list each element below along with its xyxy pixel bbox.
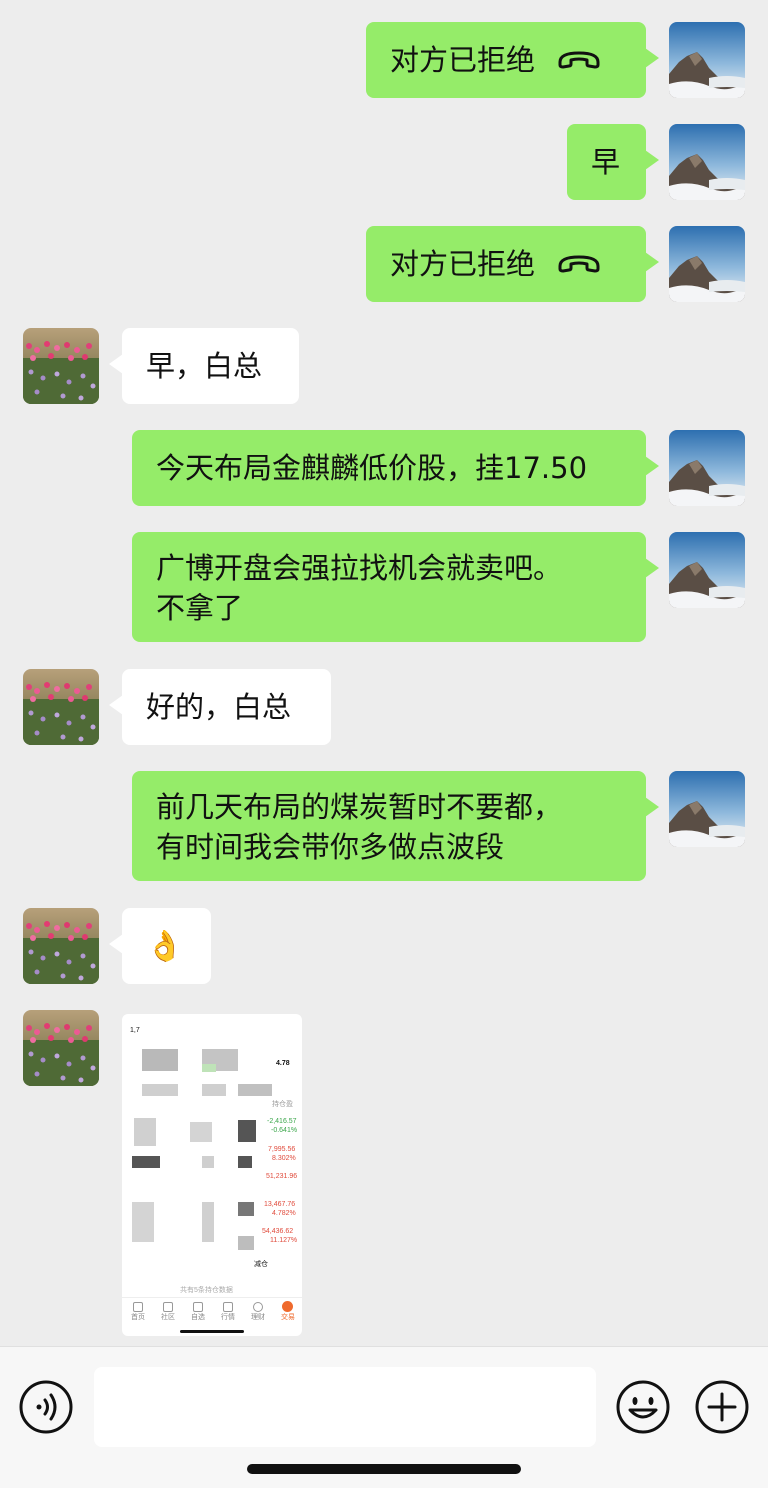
my-avatar[interactable] bbox=[669, 22, 745, 98]
chat-input-bar bbox=[0, 1346, 768, 1488]
contact-avatar[interactable] bbox=[23, 669, 99, 745]
blurred-block bbox=[190, 1122, 212, 1142]
message-text: 早，白总 bbox=[146, 349, 263, 383]
more-button[interactable] bbox=[694, 1379, 750, 1435]
blurred-block bbox=[202, 1202, 214, 1242]
blurred-block bbox=[202, 1064, 216, 1072]
screenshot-tab-icon bbox=[133, 1302, 143, 1312]
message-bubble[interactable]: 广博开盘会强拉找机会就卖吧。 不拿了 bbox=[132, 532, 659, 642]
message-bubble[interactable]: 早 bbox=[567, 124, 659, 200]
screenshot-value: 4.78 bbox=[276, 1060, 290, 1067]
blurred-block bbox=[238, 1084, 272, 1096]
screenshot-tab-icon-active bbox=[282, 1301, 293, 1312]
message-text-line: 前几天布局的煤炭暂时不要都， bbox=[156, 790, 563, 824]
message-text: 今天布局金麒麟低价股，挂17.50 bbox=[156, 451, 588, 485]
blurred-block bbox=[132, 1156, 160, 1168]
message-text-line: 广博开盘会强拉找机会就卖吧。 bbox=[156, 551, 563, 585]
blurred-block bbox=[202, 1084, 226, 1096]
screenshot-row-percent: 8.302% bbox=[272, 1155, 296, 1162]
screenshot-row-value: -2,416.57 bbox=[267, 1118, 297, 1125]
message-text: 早 bbox=[591, 145, 621, 179]
screenshot-home-indicator bbox=[180, 1330, 244, 1333]
hang-up-phone-icon bbox=[557, 42, 603, 82]
message-bubble-emoji[interactable]: 👌 bbox=[109, 908, 211, 984]
my-avatar[interactable] bbox=[669, 226, 745, 302]
screenshot-tab-icon bbox=[223, 1302, 233, 1312]
blurred-block bbox=[202, 1156, 214, 1168]
my-avatar[interactable] bbox=[669, 430, 745, 506]
contact-avatar[interactable] bbox=[23, 1010, 99, 1086]
message-text: 对方已拒绝 bbox=[390, 43, 536, 77]
screenshot-tab: 理财 bbox=[251, 1314, 265, 1321]
blurred-block bbox=[132, 1202, 154, 1242]
voice-button[interactable] bbox=[18, 1379, 74, 1435]
screenshot-tab: 社区 bbox=[161, 1314, 175, 1321]
blurred-block bbox=[142, 1049, 178, 1071]
my-avatar[interactable] bbox=[669, 124, 745, 200]
hang-up-phone-icon bbox=[557, 246, 603, 286]
message-bubble-call-declined[interactable]: 对方已拒绝 bbox=[366, 226, 659, 302]
voice-icon bbox=[19, 1380, 73, 1434]
image-message-stock-screenshot[interactable]: 1,7 4.78 持仓盈 -2,416.57 -0.641% 7,995.56 … bbox=[122, 1014, 302, 1336]
screenshot-tab-active: 交易 bbox=[281, 1314, 295, 1321]
screenshot-top-label: 1,7 bbox=[130, 1027, 140, 1034]
screenshot-tab-bar: 首页 社区 自选 行情 理财 交易 bbox=[122, 1301, 302, 1325]
contact-avatar[interactable] bbox=[23, 328, 99, 404]
screenshot-row-percent: 11.127% bbox=[270, 1237, 298, 1244]
my-avatar[interactable] bbox=[669, 532, 745, 608]
screenshot-row-value: 51,231.96 bbox=[266, 1173, 298, 1180]
screenshot-tab: 行情 bbox=[221, 1314, 235, 1321]
screenshot-footer-label: 共有5条持仓数据 bbox=[180, 1287, 233, 1294]
message-bubble[interactable]: 早，白总 bbox=[109, 328, 299, 404]
message-text-line: 有时间我会带你多做点波段 bbox=[156, 830, 505, 864]
contact-avatar[interactable] bbox=[23, 908, 99, 984]
screenshot-row-percent: 4.782% bbox=[272, 1210, 296, 1217]
message-text: 好的，白总 bbox=[146, 690, 292, 724]
message-input[interactable] bbox=[94, 1367, 596, 1447]
message-text-line: 不拿了 bbox=[156, 591, 244, 625]
screenshot-row-value: 7,995.56 bbox=[268, 1146, 296, 1153]
screenshot-tabbar-divider bbox=[122, 1297, 302, 1298]
message-bubble-call-declined[interactable]: 对方已拒绝 bbox=[366, 22, 659, 98]
screenshot-row-value: 54,436.62 bbox=[262, 1228, 294, 1235]
message-bubble[interactable]: 好的，白总 bbox=[109, 669, 331, 745]
screenshot-tab: 自选 bbox=[191, 1314, 205, 1321]
blurred-block bbox=[142, 1084, 178, 1096]
screenshot-tab-icon bbox=[163, 1302, 173, 1312]
blurred-block bbox=[238, 1202, 254, 1216]
blurred-block bbox=[134, 1118, 156, 1146]
screenshot-row-percent: -0.641% bbox=[271, 1127, 298, 1134]
blurred-block bbox=[238, 1120, 256, 1142]
my-avatar[interactable] bbox=[669, 771, 745, 847]
screenshot-reduce-label: 减仓 bbox=[254, 1261, 268, 1268]
emoji-button[interactable] bbox=[615, 1379, 671, 1435]
emoji-icon bbox=[616, 1380, 670, 1434]
ok-hand-emoji-icon: 👌 bbox=[146, 929, 184, 964]
message-bubble[interactable]: 今天布局金麒麟低价股，挂17.50 bbox=[132, 430, 659, 506]
screenshot-tab-icon bbox=[193, 1302, 203, 1312]
screenshot-row-value: 13,467.76 bbox=[264, 1201, 296, 1208]
message-text: 对方已拒绝 bbox=[390, 247, 536, 281]
message-bubble[interactable]: 前几天布局的煤炭暂时不要都， 有时间我会带你多做点波段 bbox=[132, 771, 659, 881]
screenshot-label: 持仓盈 bbox=[272, 1101, 293, 1108]
blurred-block bbox=[238, 1236, 254, 1250]
home-indicator bbox=[247, 1464, 521, 1474]
screenshot-tab: 首页 bbox=[131, 1314, 145, 1321]
blurred-block bbox=[238, 1156, 252, 1168]
plus-icon bbox=[695, 1380, 749, 1434]
screenshot-tab-icon bbox=[253, 1302, 263, 1312]
